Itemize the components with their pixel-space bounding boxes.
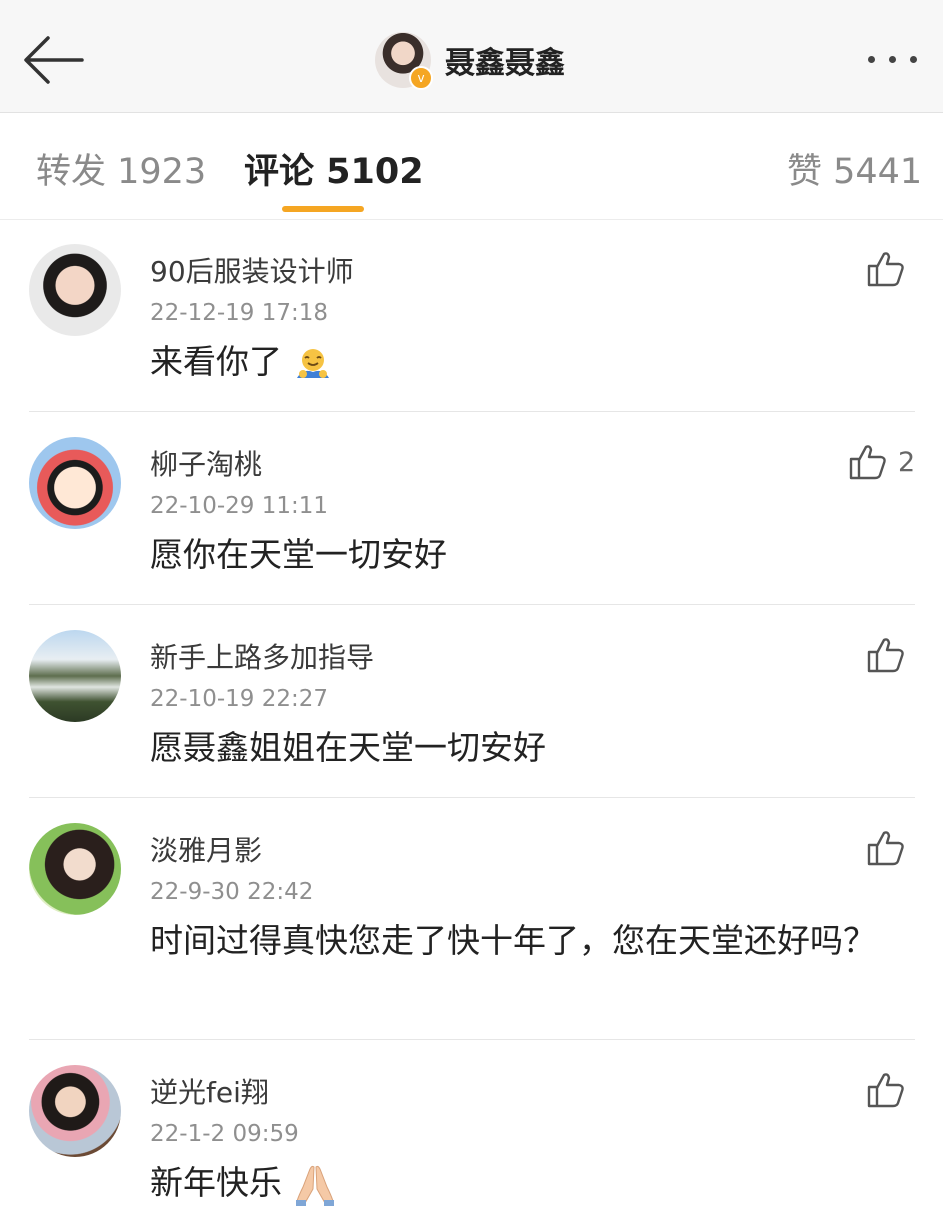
active-tab-indicator (282, 206, 364, 212)
comment-text: 愿你在天堂一切安好 (150, 535, 447, 574)
thumbs-up-icon (867, 1073, 904, 1108)
top-bar: v 聂鑫聂鑫 (0, 0, 943, 113)
comment-text-row: 愿你在天堂一切安好 (150, 529, 890, 581)
tab-comments[interactable]: 评论 5102 (244, 143, 424, 194)
comment-text: 时间过得真快您走了快十年了，您在天堂还好吗？ (150, 921, 876, 960)
praying-hands-emoji-icon (295, 1165, 334, 1206)
hug-emoji-icon (296, 348, 329, 378)
divider (29, 411, 915, 412)
account-title[interactable]: v 聂鑫聂鑫 (375, 30, 565, 90)
comment-item: 淡雅月影 22-9-30 22:42 时间过得真快您走了快十年了，您在天堂还好吗… (0, 799, 943, 1039)
comment-username[interactable]: 柳子淘桃 (150, 443, 262, 483)
avatar[interactable] (29, 630, 121, 722)
comment-time: 22-1-2 09:59 (150, 1121, 299, 1147)
avatar[interactable] (29, 244, 121, 336)
like-button[interactable] (866, 636, 916, 674)
like-button[interactable]: 2 (848, 443, 915, 481)
divider (29, 797, 915, 798)
like-button[interactable] (866, 1071, 916, 1109)
page-title: 聂鑫聂鑫 (445, 46, 565, 81)
avatar[interactable] (29, 1065, 121, 1157)
avatar[interactable] (29, 437, 121, 529)
comment-time: 22-10-19 22:27 (150, 686, 328, 712)
comment-text: 新年快乐 (150, 1163, 282, 1202)
divider (29, 1039, 915, 1040)
tab-likes[interactable]: 赞 5441 (787, 143, 922, 194)
comment-text-row: 时间过得真快您走了快十年了，您在天堂还好吗？ (150, 915, 890, 967)
divider (29, 604, 915, 605)
tab-bar: 转发 1923 评论 5102 赞 5441 (0, 113, 943, 220)
thumbs-up-icon (867, 252, 904, 287)
comment-username[interactable]: 逆光fei翔 (150, 1071, 269, 1111)
thumbs-up-icon (849, 445, 886, 480)
thumbs-up-icon (867, 831, 904, 866)
comment-text: 愿聂鑫姐姐在天堂一切安好 (150, 728, 546, 767)
comment-time: 22-12-19 17:18 (150, 300, 328, 326)
comment-username[interactable]: 新手上路多加指导 (150, 636, 374, 676)
comment-text-row: 新年快乐 (150, 1157, 890, 1209)
comment-item: 90后服装设计师 22-12-19 17:18 来看你了 (0, 220, 943, 412)
like-button[interactable] (866, 250, 916, 288)
comment-text-row: 愿聂鑫姐姐在天堂一切安好 (150, 722, 890, 774)
back-button[interactable] (18, 30, 88, 90)
like-count: 2 (898, 446, 916, 478)
comment-text: 来看你了 (150, 342, 282, 381)
comment-username[interactable]: 90后服装设计师 (150, 250, 354, 290)
avatar[interactable] (29, 823, 121, 915)
more-button[interactable] (863, 40, 923, 80)
comment-time: 22-10-29 11:11 (150, 493, 328, 519)
comment-item: 新手上路多加指导 22-10-19 22:27 愿聂鑫姐姐在天堂一切安好 (0, 606, 943, 798)
more-dots-icon (868, 56, 875, 63)
comment-time: 22-9-30 22:42 (150, 879, 314, 905)
comment-item: 柳子淘桃 22-10-29 11:11 愿你在天堂一切安好 2 (0, 413, 943, 605)
tab-repost[interactable]: 转发 1923 (36, 143, 206, 194)
comment-text-row: 来看你了 (150, 336, 890, 388)
avatar[interactable]: v (375, 32, 433, 90)
comment-username[interactable]: 淡雅月影 (150, 829, 262, 869)
like-button[interactable] (866, 829, 916, 867)
verified-badge-icon: v (409, 66, 433, 90)
thumbs-up-icon (867, 638, 904, 673)
back-arrow-icon (24, 36, 84, 84)
comment-item: 逆光fei翔 22-1-2 09:59 新年快乐 (0, 1041, 943, 1225)
